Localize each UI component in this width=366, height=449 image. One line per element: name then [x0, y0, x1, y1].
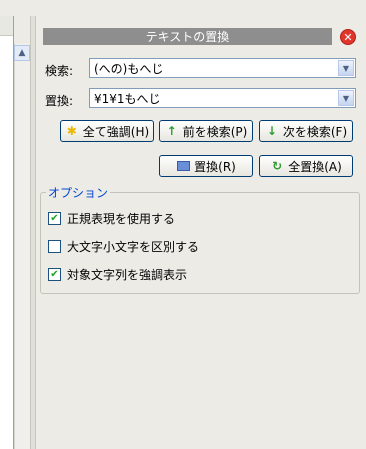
option-regex-label: 正規表現を使用する — [67, 212, 176, 226]
dialog-title-bar: テキストの置換 — [43, 28, 332, 45]
close-icon[interactable]: ✕ — [340, 29, 356, 45]
search-input[interactable]: (への)もへじ — [90, 60, 338, 77]
checkbox-regex[interactable]: ✔ — [48, 212, 61, 225]
pane-splitter[interactable] — [30, 16, 36, 449]
search-label: 検索: — [45, 64, 74, 78]
highlight-star-icon: ✱ — [66, 124, 77, 138]
find-next-button[interactable]: ↓ 次を検索(F) — [259, 120, 353, 142]
option-case-sensitive[interactable]: 大文字小文字を区別する — [48, 238, 199, 255]
replace-all-label: 全置換(A) — [288, 159, 342, 174]
option-case-sensitive-label: 大文字小文字を区別する — [67, 240, 200, 254]
find-previous-label: 前を検索(P) — [182, 124, 248, 139]
replace-combobox[interactable]: ¥1¥1もへじ ▼ — [89, 88, 356, 108]
find-next-label: 次を検索(F) — [282, 124, 348, 139]
option-regex[interactable]: ✔ 正規表現を使用する — [48, 210, 175, 227]
replace-label-text: 置換(R) — [194, 159, 236, 174]
replace-input[interactable]: ¥1¥1もへじ — [90, 90, 338, 107]
options-title: オプション — [46, 184, 111, 201]
highlight-all-label: 全て強調(H) — [82, 124, 150, 139]
option-highlight-target-label: 対象文字列を強調表示 — [67, 268, 188, 282]
replace-button[interactable]: 置換(R) — [159, 155, 253, 177]
replace-all-button[interactable]: ↻ 全置換(A) — [259, 155, 353, 177]
option-highlight-target[interactable]: ✔ 対象文字列を強調表示 — [48, 266, 187, 283]
refresh-icon: ↻ — [272, 159, 283, 173]
checkbox-highlight-target[interactable]: ✔ — [48, 268, 61, 281]
find-previous-button[interactable]: ↑ 前を検索(P) — [159, 120, 253, 142]
highlight-all-button[interactable]: ✱ 全て強調(H) — [60, 120, 154, 142]
editor-scrollbar[interactable] — [14, 43, 31, 449]
checkbox-case-sensitive[interactable] — [48, 240, 61, 253]
scroll-up-arrow-icon[interactable]: ▲ — [14, 45, 30, 61]
arrow-up-icon: ↑ — [166, 124, 177, 138]
replace-label: 置換: — [45, 94, 74, 108]
top-strip — [0, 0, 366, 16]
chevron-down-icon[interactable]: ▼ — [338, 60, 354, 76]
editor-header — [0, 16, 13, 36]
chevron-down-icon[interactable]: ▼ — [338, 90, 354, 106]
dialog-title: テキストの置換 — [145, 30, 230, 44]
replace-icon — [176, 159, 190, 173]
editor-pane[interactable] — [0, 16, 14, 449]
arrow-down-icon: ↓ — [266, 124, 277, 138]
search-combobox[interactable]: (への)もへじ ▼ — [89, 58, 356, 78]
